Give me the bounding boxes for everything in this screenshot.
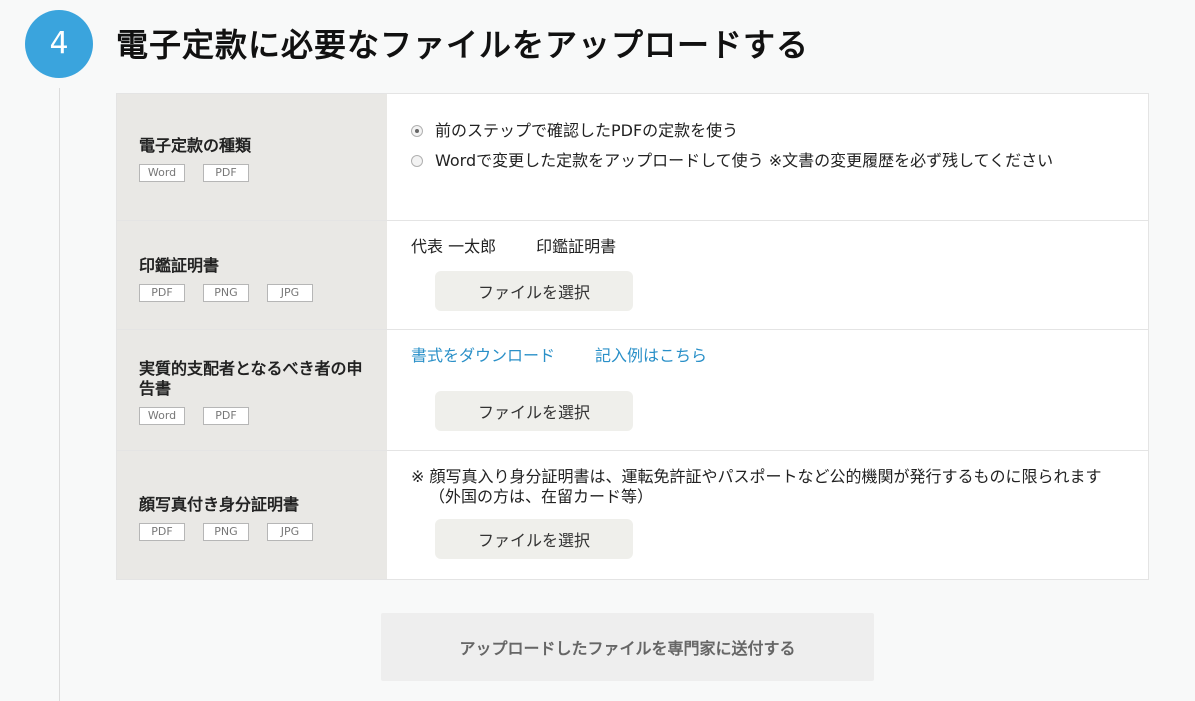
template-links: 書式をダウンロード 記入例はこちら: [411, 346, 1124, 366]
document-name: 印鑑証明書: [536, 237, 617, 256]
row-label-cell: 電子定款の種類 Word PDF: [117, 94, 387, 220]
file-type-badges: Word PDF: [139, 164, 365, 182]
choose-file-button[interactable]: ファイルを選択: [435, 271, 633, 311]
row-label-cell: 印鑑証明書 PDF PNG JPG: [117, 221, 387, 329]
file-type-badges: PDF PNG JPG: [139, 523, 365, 541]
row-label: 電子定款の種類: [139, 136, 252, 155]
radio-option-use-pdf[interactable]: 前のステップで確認したPDFの定款を使う: [411, 121, 1124, 141]
row-content-cell: 書式をダウンロード 記入例はこちら ファイルを選択: [387, 330, 1148, 450]
row-label-cell: 顔写真付き身分証明書 PDF PNG JPG: [117, 451, 387, 579]
file-type-badge-pdf: PDF: [139, 523, 185, 541]
row-label-cell: 実質的支配者となるべき者の申告書 Word PDF: [117, 330, 387, 450]
radio-option-upload-word[interactable]: Wordで変更した定款をアップロードして使う ※文書の変更履歴を必ず残してくださ…: [411, 151, 1124, 171]
row-photo-id: 顔写真付き身分証明書 PDF PNG JPG ※ 顔写真入り身分証明書は、運転免…: [117, 451, 1148, 579]
file-type-badge-pdf: PDF: [203, 407, 249, 425]
radio-label[interactable]: Wordで変更した定款をアップロードして使う ※文書の変更履歴を必ず残してくださ…: [435, 151, 1124, 171]
file-type-badges: Word PDF: [139, 407, 365, 425]
file-type-badge-jpg: JPG: [267, 284, 313, 302]
upload-form-table: 電子定款の種類 Word PDF 前のステップで確認したPDFの定款を使う Wo…: [116, 93, 1149, 580]
step-number-badge: 4: [25, 10, 93, 78]
example-link[interactable]: 記入例はこちら: [595, 346, 707, 365]
row-content-cell: 代表 一太郎 印鑑証明書 ファイルを選択: [387, 221, 1148, 329]
page-title: 電子定款に必要なファイルをアップロードする: [116, 26, 810, 64]
choose-file-button[interactable]: ファイルを選択: [435, 519, 633, 559]
row-label: 印鑑証明書: [139, 256, 220, 275]
file-type-badge-png: PNG: [203, 523, 249, 541]
row-content-cell: 前のステップで確認したPDFの定款を使う Wordで変更した定款をアップロードし…: [387, 94, 1148, 220]
row-label: 実質的支配者となるべき者の申告書: [139, 359, 363, 398]
send-files-to-expert-button[interactable]: アップロードしたファイルを専門家に送付する: [381, 613, 874, 681]
file-type-badge-pdf: PDF: [203, 164, 249, 182]
step-connector-line: [59, 88, 60, 701]
file-type-badge-jpg: JPG: [267, 523, 313, 541]
file-type-badge-png: PNG: [203, 284, 249, 302]
row-label: 顔写真付き身分証明書: [139, 495, 300, 514]
seal-info-line: 代表 一太郎 印鑑証明書: [411, 237, 1124, 257]
row-beneficial-owner: 実質的支配者となるべき者の申告書 Word PDF 書式をダウンロード 記入例はこ…: [117, 330, 1148, 451]
choose-file-button[interactable]: ファイルを選択: [435, 391, 633, 431]
representative-name: 代表 一太郎: [411, 237, 497, 256]
row-articles-type: 電子定款の種類 Word PDF 前のステップで確認したPDFの定款を使う Wo…: [117, 94, 1148, 221]
file-type-badges: PDF PNG JPG: [139, 284, 365, 302]
file-type-badge-pdf: PDF: [139, 284, 185, 302]
download-template-link[interactable]: 書式をダウンロード: [411, 346, 555, 365]
radio-button-checked[interactable]: [411, 125, 423, 137]
file-type-badge-word: Word: [139, 164, 185, 182]
row-seal-certificate: 印鑑証明書 PDF PNG JPG 代表 一太郎 印鑑証明書 ファイルを選択: [117, 221, 1148, 330]
radio-button-unchecked[interactable]: [411, 155, 423, 167]
photo-id-note: ※ 顔写真入り身分証明書は、運転免許証やパスポートなど公的機関が発行するものに限…: [411, 467, 1102, 506]
file-type-badge-word: Word: [139, 407, 185, 425]
row-content-cell: ※ 顔写真入り身分証明書は、運転免許証やパスポートなど公的機関が発行するものに限…: [387, 451, 1148, 579]
radio-label[interactable]: 前のステップで確認したPDFの定款を使う: [435, 121, 1124, 141]
